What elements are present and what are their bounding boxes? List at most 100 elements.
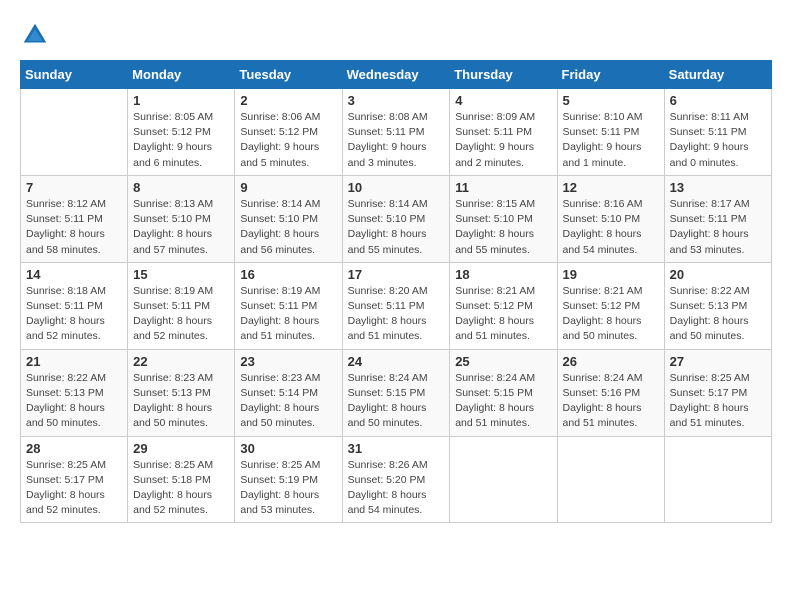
day-cell xyxy=(664,436,771,523)
day-cell: 6 Sunrise: 8:11 AMSunset: 5:11 PMDaylight… xyxy=(664,89,771,176)
day-number: 17 xyxy=(348,267,445,282)
day-cell: 7 Sunrise: 8:12 AMSunset: 5:11 PMDaylight… xyxy=(21,175,128,262)
day-number: 28 xyxy=(26,441,122,456)
day-cell: 3 Sunrise: 8:08 AMSunset: 5:11 PMDaylight… xyxy=(342,89,450,176)
day-number: 23 xyxy=(240,354,336,369)
day-cell: 30 Sunrise: 8:25 AMSunset: 5:19 PMDayligh… xyxy=(235,436,342,523)
day-number: 12 xyxy=(563,180,659,195)
day-number: 22 xyxy=(133,354,229,369)
day-cell: 2Sunrise: 8:06 AMSunset: 5:12 PMDaylight… xyxy=(235,89,342,176)
day-cell: 12Sunrise: 8:16 AMSunset: 5:10 PMDayligh… xyxy=(557,175,664,262)
day-info: Sunrise: 8:19 AMSunset: 5:11 PMDaylight:… xyxy=(240,284,336,345)
day-info: Sunrise: 8:25 AMSunset: 5:17 PMDaylight:… xyxy=(26,458,122,519)
week-row-2: 7 Sunrise: 8:12 AMSunset: 5:11 PMDaylight… xyxy=(21,175,772,262)
col-header-monday: Monday xyxy=(128,61,235,89)
day-info: Sunrise: 8:24 AMSunset: 5:16 PMDaylight:… xyxy=(563,371,659,432)
day-info: Sunrise: 8:18 AMSunset: 5:11 PMDaylight:… xyxy=(26,284,122,345)
day-cell: 21 Sunrise: 8:22 AMSunset: 5:13 PMDayligh… xyxy=(21,349,128,436)
day-cell: 13 Sunrise: 8:17 AMSunset: 5:11 PMDayligh… xyxy=(664,175,771,262)
day-cell: 19Sunrise: 8:21 AMSunset: 5:12 PMDayligh… xyxy=(557,262,664,349)
day-info: Sunrise: 8:25 AMSunset: 5:19 PMDaylight:… xyxy=(240,458,336,519)
day-info: Sunrise: 8:11 AMSunset: 5:11 PMDaylight:… xyxy=(670,110,766,171)
day-info: Sunrise: 8:12 AMSunset: 5:11 PMDaylight:… xyxy=(26,197,122,258)
day-info: Sunrise: 8:17 AMSunset: 5:11 PMDaylight:… xyxy=(670,197,766,258)
day-cell: 31 Sunrise: 8:26 AMSunset: 5:20 PMDayligh… xyxy=(342,436,450,523)
day-info: Sunrise: 8:22 AMSunset: 5:13 PMDaylight:… xyxy=(670,284,766,345)
day-number: 24 xyxy=(348,354,445,369)
day-number: 29 xyxy=(133,441,229,456)
day-info: Sunrise: 8:23 AMSunset: 5:14 PMDaylight:… xyxy=(240,371,336,432)
day-number: 8 xyxy=(133,180,229,195)
day-number: 9 xyxy=(240,180,336,195)
day-cell: 27 Sunrise: 8:25 AMSunset: 5:17 PMDayligh… xyxy=(664,349,771,436)
day-number: 1 xyxy=(133,93,229,108)
day-cell: 20 Sunrise: 8:22 AMSunset: 5:13 PMDayligh… xyxy=(664,262,771,349)
day-number: 19 xyxy=(563,267,659,282)
day-number: 13 xyxy=(670,180,766,195)
day-number: 31 xyxy=(348,441,445,456)
day-info: Sunrise: 8:23 AMSunset: 5:13 PMDaylight:… xyxy=(133,371,229,432)
day-cell: 10 Sunrise: 8:14 AMSunset: 5:10 PMDayligh… xyxy=(342,175,450,262)
day-info: Sunrise: 8:22 AMSunset: 5:13 PMDaylight:… xyxy=(26,371,122,432)
day-cell: 14 Sunrise: 8:18 AMSunset: 5:11 PMDayligh… xyxy=(21,262,128,349)
day-info: Sunrise: 8:26 AMSunset: 5:20 PMDaylight:… xyxy=(348,458,445,519)
day-number: 27 xyxy=(670,354,766,369)
day-info: Sunrise: 8:06 AMSunset: 5:12 PMDaylight:… xyxy=(240,110,336,171)
day-info: Sunrise: 8:13 AMSunset: 5:10 PMDaylight:… xyxy=(133,197,229,258)
calendar-table: SundayMondayTuesdayWednesdayThursdayFrid… xyxy=(20,60,772,523)
day-cell: 29 Sunrise: 8:25 AMSunset: 5:18 PMDayligh… xyxy=(128,436,235,523)
day-number: 6 xyxy=(670,93,766,108)
day-number: 15 xyxy=(133,267,229,282)
col-header-friday: Friday xyxy=(557,61,664,89)
day-info: Sunrise: 8:25 AMSunset: 5:17 PMDaylight:… xyxy=(670,371,766,432)
day-number: 30 xyxy=(240,441,336,456)
col-header-tuesday: Tuesday xyxy=(235,61,342,89)
day-number: 20 xyxy=(670,267,766,282)
day-number: 26 xyxy=(563,354,659,369)
day-cell: 23 Sunrise: 8:23 AMSunset: 5:14 PMDayligh… xyxy=(235,349,342,436)
day-number: 7 xyxy=(26,180,122,195)
day-info: Sunrise: 8:20 AMSunset: 5:11 PMDaylight:… xyxy=(348,284,445,345)
day-info: Sunrise: 8:24 AMSunset: 5:15 PMDaylight:… xyxy=(348,371,445,432)
day-info: Sunrise: 8:08 AMSunset: 5:11 PMDaylight:… xyxy=(348,110,445,171)
day-number: 10 xyxy=(348,180,445,195)
day-cell: 1 Sunrise: 8:05 AMSunset: 5:12 PMDaylight… xyxy=(128,89,235,176)
col-header-thursday: Thursday xyxy=(450,61,557,89)
day-cell: 5 Sunrise: 8:10 AMSunset: 5:11 PMDaylight… xyxy=(557,89,664,176)
day-number: 16 xyxy=(240,267,336,282)
day-number: 18 xyxy=(455,267,551,282)
week-row-5: 28 Sunrise: 8:25 AMSunset: 5:17 PMDayligh… xyxy=(21,436,772,523)
day-cell: 22 Sunrise: 8:23 AMSunset: 5:13 PMDayligh… xyxy=(128,349,235,436)
day-cell: 9 Sunrise: 8:14 AMSunset: 5:10 PMDaylight… xyxy=(235,175,342,262)
day-cell: 18 Sunrise: 8:21 AMSunset: 5:12 PMDayligh… xyxy=(450,262,557,349)
col-header-saturday: Saturday xyxy=(664,61,771,89)
day-cell xyxy=(21,89,128,176)
week-row-4: 21 Sunrise: 8:22 AMSunset: 5:13 PMDayligh… xyxy=(21,349,772,436)
col-header-wednesday: Wednesday xyxy=(342,61,450,89)
day-number: 14 xyxy=(26,267,122,282)
day-info: Sunrise: 8:14 AMSunset: 5:10 PMDaylight:… xyxy=(348,197,445,258)
header-row: SundayMondayTuesdayWednesdayThursdayFrid… xyxy=(21,61,772,89)
day-info: Sunrise: 8:19 AMSunset: 5:11 PMDaylight:… xyxy=(133,284,229,345)
day-cell: 25Sunrise: 8:24 AMSunset: 5:15 PMDayligh… xyxy=(450,349,557,436)
day-cell: 26 Sunrise: 8:24 AMSunset: 5:16 PMDayligh… xyxy=(557,349,664,436)
day-info: Sunrise: 8:21 AMSunset: 5:12 PMDaylight:… xyxy=(455,284,551,345)
col-header-sunday: Sunday xyxy=(21,61,128,89)
day-cell: 4Sunrise: 8:09 AMSunset: 5:11 PMDaylight… xyxy=(450,89,557,176)
day-cell: 8 Sunrise: 8:13 AMSunset: 5:10 PMDaylight… xyxy=(128,175,235,262)
page-header xyxy=(20,20,772,50)
day-cell: 17 Sunrise: 8:20 AMSunset: 5:11 PMDayligh… xyxy=(342,262,450,349)
day-info: Sunrise: 8:24 AMSunset: 5:15 PMDaylight:… xyxy=(455,371,551,432)
day-number: 5 xyxy=(563,93,659,108)
day-info: Sunrise: 8:25 AMSunset: 5:18 PMDaylight:… xyxy=(133,458,229,519)
day-number: 4 xyxy=(455,93,551,108)
day-cell: 24 Sunrise: 8:24 AMSunset: 5:15 PMDayligh… xyxy=(342,349,450,436)
day-info: Sunrise: 8:10 AMSunset: 5:11 PMDaylight:… xyxy=(563,110,659,171)
day-info: Sunrise: 8:15 AMSunset: 5:10 PMDaylight:… xyxy=(455,197,551,258)
week-row-1: 1 Sunrise: 8:05 AMSunset: 5:12 PMDaylight… xyxy=(21,89,772,176)
week-row-3: 14 Sunrise: 8:18 AMSunset: 5:11 PMDayligh… xyxy=(21,262,772,349)
day-info: Sunrise: 8:05 AMSunset: 5:12 PMDaylight:… xyxy=(133,110,229,171)
day-number: 3 xyxy=(348,93,445,108)
day-info: Sunrise: 8:14 AMSunset: 5:10 PMDaylight:… xyxy=(240,197,336,258)
day-number: 21 xyxy=(26,354,122,369)
